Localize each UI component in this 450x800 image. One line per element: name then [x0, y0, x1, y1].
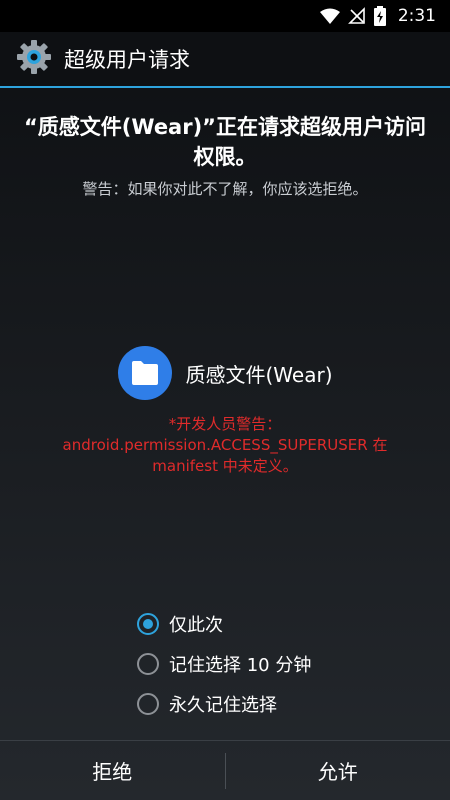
radio-button-checked[interactable] [137, 613, 159, 635]
option-once[interactable]: 仅此次 [137, 604, 397, 644]
developer-warning: *开发人员警告： android.permission.ACCESS_SUPER… [20, 414, 430, 477]
button-bar: 拒绝 允许 [0, 740, 450, 800]
radio-button[interactable] [137, 693, 159, 715]
option-remember-forever[interactable]: 永久记住选择 [137, 684, 397, 724]
radio-button[interactable] [137, 653, 159, 675]
option-label: 记住选择 10 分钟 [169, 655, 312, 676]
signal-off-icon [347, 7, 366, 25]
gear-icon [16, 39, 52, 79]
battery-charging-icon [373, 6, 386, 26]
app-bar-title: 超级用户请求 [64, 48, 190, 72]
wifi-icon [319, 8, 340, 24]
option-label: 永久记住选择 [169, 695, 277, 716]
app-name: 质感文件(Wear) [185, 362, 333, 387]
option-remember-10-min[interactable]: 记住选择 10 分钟 [137, 644, 397, 684]
app-bar: 超级用户请求 [0, 32, 450, 88]
option-label: 仅此次 [169, 615, 223, 636]
warning-text: 警告：如果你对此不了解，你应该选拒绝。 [82, 180, 368, 198]
deny-button[interactable]: 拒绝 [0, 741, 225, 800]
status-time: 2:31 [397, 6, 436, 26]
developer-warning-line: android.permission.ACCESS_SUPERUSER 在 [62, 436, 388, 454]
remember-options: 仅此次 记住选择 10 分钟 永久记住选择 [137, 604, 397, 724]
request-title: “质感文件(Wear)”正在请求超级用户访问权限。 [24, 115, 426, 169]
allow-button[interactable]: 允许 [226, 741, 450, 800]
status-bar: 2:31 [0, 0, 450, 32]
folder-icon [117, 346, 172, 400]
requesting-app: 质感文件(Wear) [0, 346, 450, 400]
developer-warning-line: manifest 中未定义。 [152, 457, 298, 475]
developer-warning-line: *开发人员警告： [168, 415, 282, 433]
